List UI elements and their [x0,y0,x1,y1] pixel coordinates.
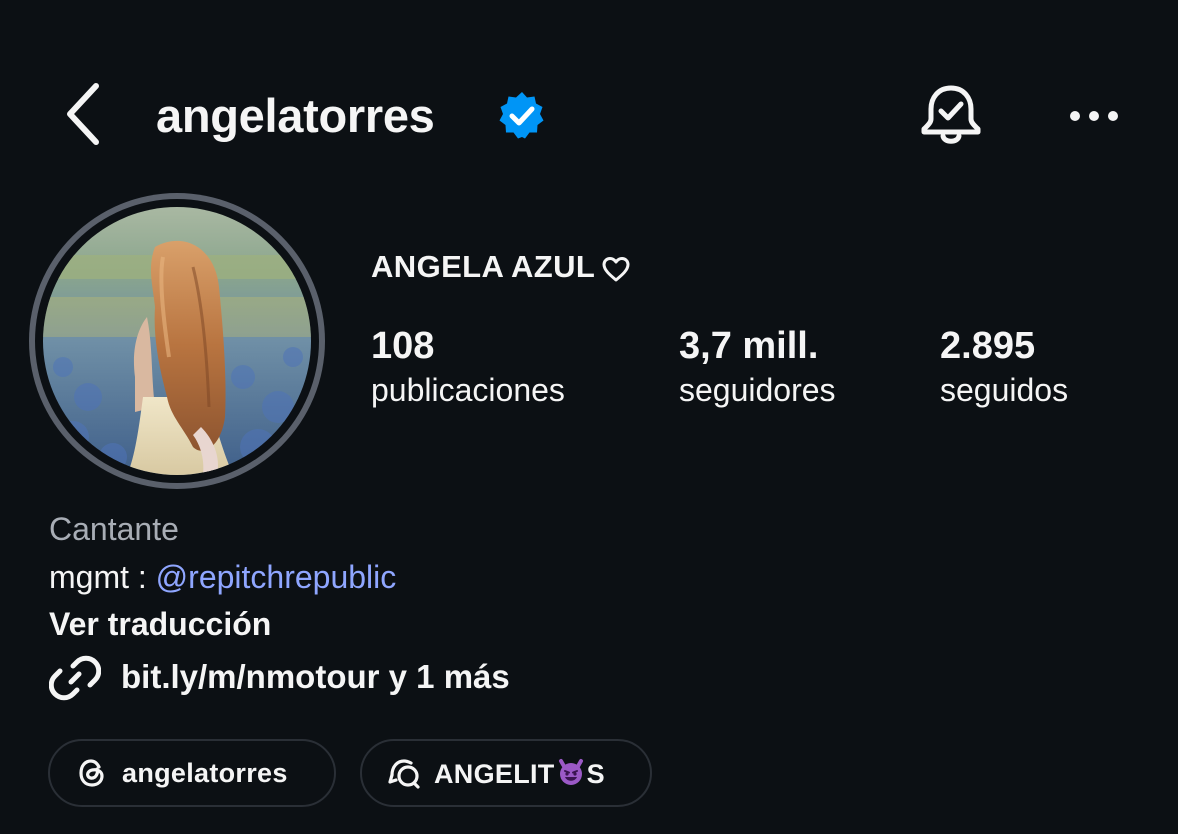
notifications-button[interactable] [918,82,984,150]
display-name: ANGELA AZUL [371,248,631,286]
chevron-left-icon [67,83,99,145]
channel-chip-label: ANGELIT S [434,757,605,790]
profile-username: angelatorres [156,89,435,142]
stat-value: 108 [371,325,435,367]
bell-check-icon [921,85,981,144]
bio-mention-link[interactable]: @repitchrepublic [156,559,397,595]
avatar-photo [43,207,311,475]
bio-mgmt-prefix: mgmt : [49,559,156,595]
profile-category: Cantante [49,511,179,547]
broadcast-channel-icon [388,759,420,789]
channel-label-end: S [586,758,605,789]
channel-label-start: ANGELIT [434,758,555,789]
more-horizontal-icon [1070,111,1118,121]
stat-posts[interactable]: 108 publicaciones [371,322,565,410]
stat-label: seguidos [940,372,1069,408]
stat-followers[interactable]: 3,7 mill. seguidores [679,322,836,410]
bio-link[interactable]: bit.ly/m/nmotour y 1 más [49,650,609,704]
stat-label: seguidores [679,372,836,408]
more-options-button[interactable] [1062,96,1126,136]
see-translation-link[interactable]: Ver traducción [49,604,271,644]
link-icon [49,655,101,701]
stat-value: 2.895 [940,325,1036,367]
display-name-text: ANGELA AZUL [371,249,596,284]
threads-chip[interactable]: angelatorres [48,739,336,807]
verified-badge-icon [496,90,548,142]
stat-following[interactable]: 2.895 seguidos [940,322,1068,410]
back-button[interactable] [58,80,110,148]
smiling-devil-emoji [558,758,583,785]
bio-mgmt-line: mgmt : @repitchrepublic [49,557,396,597]
stat-value: 3,7 mill. [679,325,819,367]
stat-label: publicaciones [371,372,565,408]
profile-avatar[interactable] [29,193,325,489]
threads-icon [79,759,104,787]
broadcast-channel-chip[interactable]: ANGELIT S [360,739,652,807]
bio-link-text: bit.ly/m/nmotour y 1 más [121,658,510,695]
heart-outline-icon [602,256,630,282]
threads-chip-label: angelatorres [122,757,288,788]
